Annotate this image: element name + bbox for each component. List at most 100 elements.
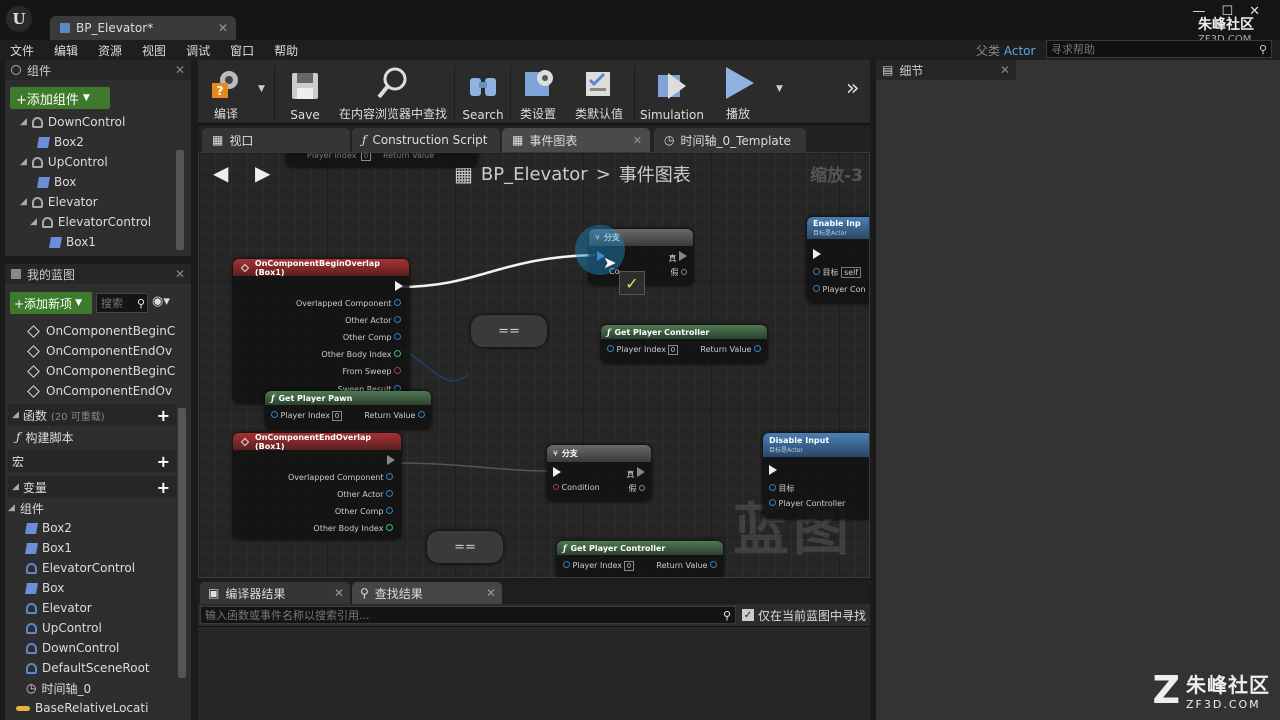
pin-target[interactable]: 目标 bbox=[769, 483, 795, 494]
functions-section[interactable]: ◢ 函数 (20 可重载) + bbox=[8, 404, 176, 426]
pin[interactable]: Return Value bbox=[700, 345, 761, 354]
pin[interactable]: Overlapped Component bbox=[296, 299, 401, 308]
pin[interactable]: Other Comp bbox=[343, 333, 401, 342]
expand-triangle-icon[interactable]: ◢ bbox=[12, 410, 19, 420]
menu-window[interactable]: 窗口 bbox=[220, 42, 264, 59]
menu-file[interactable]: 文件 bbox=[0, 42, 44, 59]
expand-triangle-icon[interactable]: ◢ bbox=[12, 482, 19, 492]
menu-edit[interactable]: 编辑 bbox=[44, 42, 88, 59]
components-scrollbar[interactable] bbox=[176, 150, 184, 250]
expand-triangle-icon[interactable]: ◢ bbox=[30, 217, 37, 227]
pin-target[interactable]: 目标 self bbox=[813, 267, 862, 278]
menu-asset[interactable]: 资源 bbox=[88, 42, 132, 59]
pin[interactable]: Player Index 0 bbox=[271, 411, 344, 421]
close-panel-icon[interactable]: ✕ bbox=[1000, 63, 1010, 77]
enable-input-node[interactable]: Enable Inp 目标是Actor 目标 self Player Con bbox=[807, 217, 869, 303]
play-button[interactable]: 播放 bbox=[712, 64, 764, 122]
exec-out-pin[interactable] bbox=[395, 281, 403, 291]
pin-player-controller[interactable]: Player Controller bbox=[769, 499, 845, 508]
close-panel-icon[interactable]: ✕ bbox=[175, 267, 185, 281]
exec-in-pin[interactable] bbox=[813, 249, 821, 259]
find-references-input[interactable]: 输入函数或事件名称以搜索引用... ⚲ bbox=[200, 606, 736, 624]
visibility-eye-icon[interactable]: ◉▾ bbox=[152, 294, 170, 309]
pin[interactable]: Overlapped Component bbox=[288, 473, 393, 482]
only-current-blueprint-checkbox[interactable]: ✓ 仅在当前蓝图中寻找 bbox=[742, 607, 866, 624]
construction-script-item[interactable]: ƒ 构建脚本 bbox=[16, 427, 73, 447]
tree-item-box[interactable]: Box bbox=[37, 172, 76, 192]
tree-item-box1[interactable]: Box1 bbox=[49, 232, 96, 252]
close-tab-icon[interactable]: ✕ bbox=[486, 586, 496, 600]
compile-options-chevron-icon[interactable]: ▼ bbox=[258, 84, 265, 94]
macros-section[interactable]: 宏 + bbox=[8, 450, 176, 472]
components-group[interactable]: ◢ 组件 bbox=[8, 498, 44, 518]
pin[interactable]: Other Actor bbox=[345, 316, 401, 325]
event-item[interactable]: OnComponentEndOv bbox=[26, 381, 172, 401]
add-new-button[interactable]: +添加新项 ▼ bbox=[10, 292, 92, 314]
menu-help[interactable]: 帮助 bbox=[264, 42, 308, 59]
menu-debug[interactable]: 调试 bbox=[176, 42, 220, 59]
add-variable-icon[interactable]: + bbox=[157, 478, 170, 497]
event-item[interactable]: OnComponentBeginC bbox=[26, 321, 175, 341]
blueprint-search-input[interactable]: 搜索 ⚲ bbox=[96, 293, 148, 313]
branch-node[interactable]: ⑂ 分支 Condition 真 假 bbox=[547, 445, 651, 501]
expand-triangle-icon[interactable]: ◢ bbox=[20, 157, 27, 167]
tab-event-graph[interactable]: ▦ 事件图表 ✕ bbox=[502, 128, 650, 152]
toolbar-more-icon[interactable]: » bbox=[846, 76, 859, 101]
class-settings-button[interactable]: 类设置 bbox=[514, 64, 562, 122]
pin[interactable]: Other Body Index bbox=[313, 524, 393, 533]
player-index-value[interactable]: 0 bbox=[668, 345, 679, 355]
get-player-controller-node[interactable]: ƒ Get Player Controller Player Index 0 Re… bbox=[601, 325, 767, 363]
checkbox-checked-icon[interactable]: ✓ bbox=[742, 609, 754, 621]
pin[interactable]: Player Index 0 bbox=[607, 345, 680, 355]
variable-item[interactable]: Box1 bbox=[25, 538, 72, 558]
variables-section[interactable]: ◢ 变量 + bbox=[8, 476, 176, 498]
help-search-input[interactable]: 寻求帮助 ⚲ bbox=[1046, 40, 1272, 58]
search-button[interactable]: Search bbox=[460, 64, 506, 122]
event-item[interactable]: OnComponentEndOv bbox=[26, 341, 172, 361]
pin-false[interactable]: 假 bbox=[670, 267, 687, 278]
end-overlap-event-node[interactable]: OnComponentEndOverlap (Box1) Overlapped … bbox=[233, 433, 401, 539]
variable-item[interactable]: DefaultSceneRoot bbox=[26, 658, 150, 678]
variable-item[interactable]: ◷ 时间轴_0 bbox=[26, 678, 91, 698]
compile-button[interactable]: ? 编译 bbox=[202, 64, 250, 122]
pin-false[interactable]: 假 bbox=[628, 483, 645, 494]
simulation-button[interactable]: Simulation bbox=[638, 64, 706, 122]
equal-node[interactable]: == bbox=[427, 531, 503, 563]
event-item[interactable]: OnComponentBeginC bbox=[26, 361, 175, 381]
add-macro-icon[interactable]: + bbox=[157, 452, 170, 471]
pin-condition[interactable]: Condition bbox=[553, 483, 600, 492]
event-graph-canvas[interactable]: ◀ ▶ ▦ BP_Elevator > 事件图表 缩放-3 蓝图 Player … bbox=[198, 152, 870, 578]
blueprint-scrollbar[interactable] bbox=[178, 408, 186, 678]
tree-item-box2[interactable]: Box2 bbox=[37, 132, 84, 152]
pin-player-controller[interactable]: Player Con bbox=[813, 285, 866, 294]
get-player-pawn-node[interactable]: ƒ Get Player Pawn Player Index 0 Return V… bbox=[265, 391, 431, 429]
pin[interactable]: Player Index 0 bbox=[563, 561, 636, 571]
pin[interactable]: Other Comp bbox=[335, 507, 393, 516]
exec-in-pin[interactable] bbox=[769, 465, 777, 475]
player-index-value[interactable]: 0 bbox=[332, 411, 343, 421]
variable-item[interactable]: UpControl bbox=[26, 618, 102, 638]
pin-true[interactable]: 真 bbox=[668, 251, 687, 264]
tab-compiler-results[interactable]: ▣ 编译器结果 ✕ bbox=[200, 582, 350, 604]
exec-in-pin[interactable] bbox=[553, 467, 561, 479]
save-button[interactable]: Save bbox=[280, 64, 330, 122]
tree-item-downcontrol[interactable]: ◢ DownControl bbox=[20, 112, 125, 132]
pin[interactable]: Other Actor bbox=[337, 490, 393, 499]
menu-view[interactable]: 视图 bbox=[132, 42, 176, 59]
tab-viewport[interactable]: ▦ 视口 bbox=[202, 128, 350, 152]
document-tab[interactable]: BP_Elevator* ✕ bbox=[50, 16, 236, 40]
equal-node[interactable]: == bbox=[471, 315, 547, 347]
parent-class-link[interactable]: Actor bbox=[1004, 44, 1036, 58]
add-function-icon[interactable]: + bbox=[157, 406, 170, 425]
variable-item[interactable]: Elevator bbox=[26, 598, 92, 618]
begin-overlap-event-node[interactable]: OnComponentBeginOverlap (Box1) Overlappe… bbox=[233, 259, 409, 403]
variable-item[interactable]: BaseRelativeLocati bbox=[16, 698, 148, 718]
expand-triangle-icon[interactable]: ◢ bbox=[20, 117, 27, 127]
tree-item-elevatorcontrol[interactable]: ◢ ElevatorControl bbox=[30, 212, 151, 232]
variable-item[interactable]: Box bbox=[25, 578, 64, 598]
data-wire[interactable] bbox=[398, 462, 550, 472]
variable-item[interactable]: DownControl bbox=[26, 638, 119, 658]
play-options-chevron-icon[interactable]: ▼ bbox=[776, 84, 783, 94]
tab-find-results[interactable]: ⚲ 查找结果 ✕ bbox=[352, 582, 502, 604]
close-tab-icon[interactable]: ✕ bbox=[334, 586, 344, 600]
